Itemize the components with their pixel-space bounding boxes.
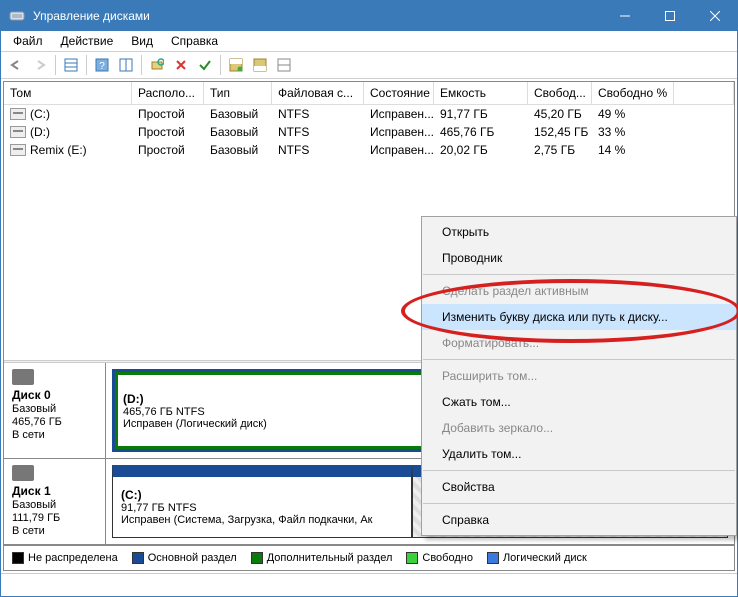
volume-row-e[interactable]: Remix (E:) Простой Базовый NTFS Исправен…: [4, 141, 734, 159]
col-spacer: [674, 82, 734, 105]
app-icon: [7, 6, 27, 26]
col-type[interactable]: Тип: [204, 82, 272, 105]
legend-extended-icon: [251, 552, 263, 564]
ctx-delete[interactable]: Удалить том...: [422, 441, 736, 467]
forward-button[interactable]: [29, 54, 51, 76]
check-icon[interactable]: [194, 54, 216, 76]
partition-c[interactable]: (C:) 91,77 ГБ NTFS Исправен (Система, За…: [112, 465, 412, 538]
ctx-open[interactable]: Открыть: [422, 219, 736, 245]
col-layout[interactable]: Располо...: [132, 82, 204, 105]
menu-view[interactable]: Вид: [123, 32, 161, 50]
minimize-button[interactable]: [602, 1, 647, 31]
layout-top-icon[interactable]: [225, 54, 247, 76]
close-button[interactable]: [692, 1, 737, 31]
legend-logical-icon: [487, 552, 499, 564]
status-bar: [1, 573, 737, 595]
disk-icon: [12, 465, 34, 481]
legend-primary-icon: [132, 552, 144, 564]
maximize-button[interactable]: [647, 1, 692, 31]
ctx-shrink[interactable]: Сжать том...: [422, 389, 736, 415]
window-title: Управление дисками: [33, 9, 150, 23]
ctx-mirror: Добавить зеркало...: [422, 415, 736, 441]
drive-icon: [10, 126, 26, 138]
legend-unalloc-icon: [12, 552, 24, 564]
disk-1-info[interactable]: Диск 1 Базовый 111,79 ГБ В сети: [4, 459, 106, 544]
drive-icon: [10, 144, 26, 156]
volumes-header-row: Том Располо... Тип Файловая с... Состоян…: [4, 82, 734, 105]
col-free[interactable]: Свобод...: [528, 82, 592, 105]
back-button[interactable]: [5, 54, 27, 76]
volume-row-c[interactable]: (C:) Простой Базовый NTFS Исправен... 91…: [4, 105, 734, 123]
legend-free-icon: [406, 552, 418, 564]
col-capacity[interactable]: Емкость: [434, 82, 528, 105]
legend: Не распределена Основной раздел Дополнит…: [4, 545, 734, 570]
svg-text:?: ?: [99, 61, 105, 72]
ctx-mark-active: Сделать раздел активным: [422, 278, 736, 304]
col-volume[interactable]: Том: [4, 82, 132, 105]
volume-row-d[interactable]: (D:) Простой Базовый NTFS Исправен... 46…: [4, 123, 734, 141]
drive-icon: [10, 108, 26, 120]
layout-bottom-icon[interactable]: [249, 54, 271, 76]
disk-icon: [12, 369, 34, 385]
menubar: Файл Действие Вид Справка: [1, 31, 737, 51]
ctx-help[interactable]: Справка: [422, 507, 736, 533]
help-icon[interactable]: ?: [91, 54, 113, 76]
col-free-pct[interactable]: Свободно %: [592, 82, 674, 105]
view-panes-icon[interactable]: [115, 54, 137, 76]
refresh-icon[interactable]: [146, 54, 168, 76]
ctx-format: Форматировать...: [422, 330, 736, 356]
col-status[interactable]: Состояние: [364, 82, 434, 105]
ctx-extend: Расширить том...: [422, 363, 736, 389]
menu-help[interactable]: Справка: [163, 32, 226, 50]
layout-split-icon[interactable]: [273, 54, 295, 76]
col-fs[interactable]: Файловая с...: [272, 82, 364, 105]
ctx-props[interactable]: Свойства: [422, 474, 736, 500]
ctx-change-letter[interactable]: Изменить букву диска или путь к диску...: [422, 304, 736, 330]
titlebar: Управление дисками: [1, 1, 737, 31]
delete-icon[interactable]: [170, 54, 192, 76]
menu-action[interactable]: Действие: [53, 32, 122, 50]
ctx-explore[interactable]: Проводник: [422, 245, 736, 271]
context-menu: Открыть Проводник Сделать раздел активны…: [421, 216, 737, 536]
menu-file[interactable]: Файл: [5, 32, 51, 50]
toolbar: ?: [1, 51, 737, 79]
view-list-icon[interactable]: [60, 54, 82, 76]
disk-0-info[interactable]: Диск 0 Базовый 465,76 ГБ В сети: [4, 363, 106, 458]
